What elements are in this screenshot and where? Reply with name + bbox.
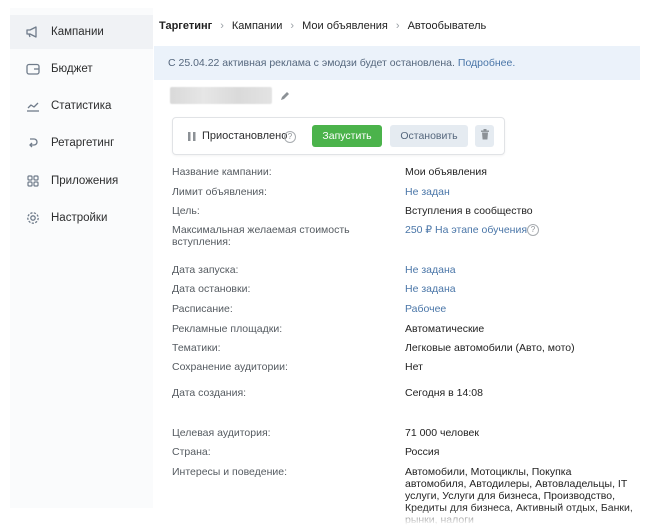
chevron-right-icon: ›	[395, 20, 400, 32]
megaphone-icon	[25, 24, 41, 40]
detail-value: Вступления в сообщество	[405, 205, 533, 217]
detail-label: Целевая аудитория:	[172, 427, 271, 439]
detail-label: Интересы и поведение:	[172, 466, 288, 478]
pencil-icon[interactable]	[279, 90, 291, 102]
help-icon[interactable]: ?	[527, 224, 539, 236]
sidebar-item-apps[interactable]: Приложения	[10, 164, 153, 198]
main-content: Таргетинг › Кампании › Мои объявления › …	[154, 8, 640, 526]
detail-label: Название кампании:	[172, 166, 272, 178]
wallet-icon	[25, 61, 41, 77]
sidebar-item-statistics[interactable]: Статистика	[10, 89, 153, 123]
detail-value-link[interactable]: Не задан	[405, 186, 635, 198]
breadcrumb-targeting[interactable]: Таргетинг	[159, 20, 212, 32]
sidebar-item-label: Статистика	[51, 100, 112, 112]
breadcrumb-my-ads[interactable]: Мои объявления	[302, 20, 388, 32]
detail-value: 71 000 человек	[405, 427, 479, 439]
sidebar-item-label: Настройки	[51, 212, 108, 224]
detail-label: Расписание:	[172, 303, 233, 315]
gear-icon	[25, 210, 41, 226]
sidebar-item-label: Кампании	[51, 26, 104, 38]
breadcrumb-current: Автообыватель	[407, 20, 487, 32]
delete-button[interactable]	[475, 125, 494, 147]
chevron-right-icon: ›	[220, 20, 224, 32]
detail-value: Нет	[405, 361, 423, 373]
detail-label: Максимальная желаемая стоимость вступлен…	[172, 224, 350, 248]
detail-value: Сегодня в 14:08	[405, 387, 483, 399]
detail-value-link[interactable]: Рабочее	[405, 303, 635, 315]
detail-label: Сохранение аудитории:	[172, 361, 288, 373]
detail-value-link[interactable]: Не задана	[405, 264, 635, 276]
sidebar-item-settings[interactable]: Настройки	[10, 201, 153, 235]
detail-label: Рекламные площадки:	[172, 323, 283, 335]
chart-icon	[25, 98, 41, 114]
campaign-name-redacted	[170, 87, 272, 104]
breadcrumb: Таргетинг › Кампании › Мои объявления › …	[159, 20, 486, 32]
apps-grid-icon	[25, 173, 41, 189]
detail-label: Тематики:	[172, 342, 221, 354]
sidebar-item-campaigns[interactable]: Кампании	[10, 15, 153, 49]
detail-value: Автоматические	[405, 323, 485, 335]
detail-label: Цель:	[172, 205, 200, 217]
detail-label: Страна:	[172, 446, 211, 458]
sidebar-item-label: Бюджет	[51, 63, 93, 75]
notice-more-link[interactable]: Подробнее.	[458, 57, 515, 69]
status-label: Приостановлено	[202, 130, 288, 142]
breadcrumb-campaigns[interactable]: Кампании	[232, 20, 283, 32]
notice-banner: С 25.04.22 активная реклама с эмодзи буд…	[154, 46, 640, 80]
detail-label: Лимит объявления:	[172, 186, 267, 198]
sidebar-item-label: Ретаргетинг	[51, 137, 115, 149]
campaign-status-panel: Приостановлено ? Запустить Остановить	[172, 117, 505, 155]
notice-text: С 25.04.22 активная реклама с эмодзи буд…	[168, 57, 455, 69]
sidebar-item-retargeting[interactable]: Ретаргетинг	[10, 126, 153, 160]
pause-icon	[187, 131, 197, 142]
sidebar-item-budget[interactable]: Бюджет	[10, 52, 153, 86]
detail-value-link[interactable]: Не задана	[405, 283, 635, 295]
chevron-right-icon: ›	[290, 20, 295, 32]
sidebar-item-label: Приложения	[51, 175, 119, 187]
detail-label: Дата запуска:	[172, 264, 239, 276]
sidebar: Кампании Бюджет Статистика Ретаргетинг П…	[10, 8, 153, 508]
app-window: Кампании Бюджет Статистика Ретаргетинг П…	[0, 0, 657, 532]
detail-label: Дата создания:	[172, 387, 247, 399]
trash-icon	[480, 129, 490, 143]
start-button[interactable]: Запустить	[312, 125, 382, 147]
detail-label: Дата остановки:	[172, 283, 251, 295]
detail-value: Мои объявления	[405, 166, 487, 178]
help-icon[interactable]: ?	[284, 131, 296, 143]
detail-value: Россия	[405, 446, 440, 458]
detail-value-link[interactable]: 250 ₽ На этапе обучения	[405, 224, 527, 236]
bottom-fade	[0, 508, 657, 532]
retarget-icon	[25, 135, 41, 151]
stop-button[interactable]: Остановить	[390, 125, 468, 147]
detail-value: Легковые автомобили (Авто, мото)	[405, 342, 575, 354]
